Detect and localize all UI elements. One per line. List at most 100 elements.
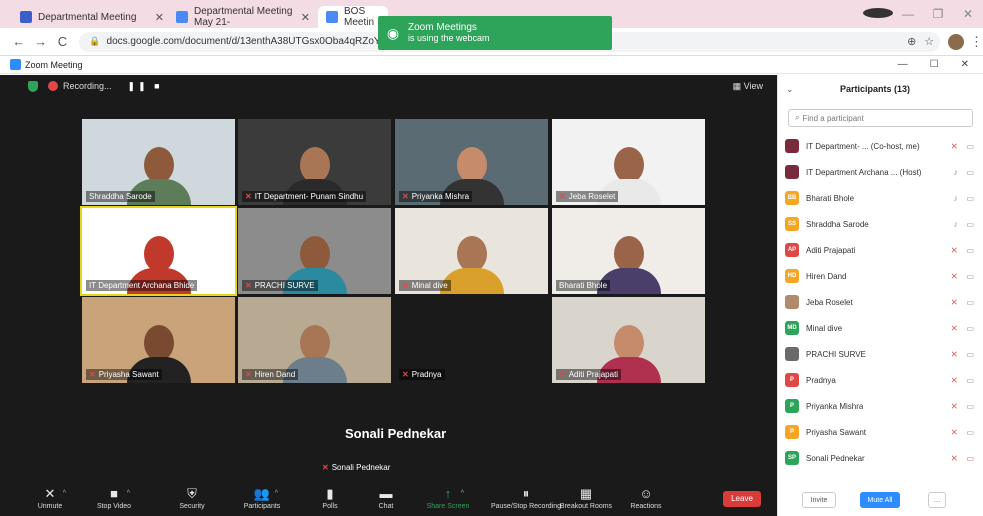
camera-icon[interactable]: ▭ — [966, 454, 974, 463]
zoom-icon[interactable]: ⊕ — [907, 35, 916, 48]
video-tile[interactable]: ✕ Jeba Roselet — [552, 119, 705, 205]
camera-icon[interactable]: ▭ — [966, 220, 974, 229]
chevron-up-icon[interactable]: ^ — [275, 490, 278, 497]
avatar[interactable] — [948, 33, 964, 50]
participant-row[interactable]: MD Minal dive ⨯ ▭ — [778, 315, 983, 341]
close-icon[interactable]: ✕ — [295, 11, 310, 24]
muted-mic-icon[interactable]: ⨯ — [950, 323, 958, 334]
mic-icon[interactable]: ♪ — [954, 193, 959, 203]
muted-mic-icon[interactable]: ⨯ — [950, 375, 958, 386]
restore-icon[interactable]: ☐ — [930, 59, 939, 70]
camera-icon[interactable]: ▭ — [966, 350, 974, 359]
kebab-menu-icon[interactable]: ⋮ — [970, 34, 983, 50]
mic-icon[interactable]: ♪ — [954, 219, 959, 229]
participant-row[interactable]: SS Shraddha Sarode ♪ ▭ — [778, 211, 983, 237]
profile-icon[interactable] — [863, 7, 893, 21]
participants-button[interactable]: 👥 Participants ^ — [232, 485, 292, 510]
participant-row[interactable]: SP Sonali Pednekar ⨯ ▭ — [778, 445, 983, 471]
restore-icon[interactable]: ❐ — [923, 7, 953, 21]
webcam-icon: ◉ — [386, 24, 400, 41]
video-name-label: Shraddha Sarode — [86, 191, 155, 202]
mute-all-button[interactable]: Mute All — [860, 492, 900, 508]
camera-icon[interactable]: ▭ — [966, 168, 974, 177]
security-button[interactable]: ⛨ Security — [162, 485, 222, 510]
encryption-shield-icon[interactable] — [28, 80, 38, 92]
participant-row[interactable]: P Pradnya ⨯ ▭ — [778, 367, 983, 393]
chevron-up-icon[interactable]: ^ — [127, 490, 130, 497]
muted-mic-icon[interactable]: ⨯ — [950, 453, 958, 464]
participant-row[interactable]: P Priyasha Sawant ⨯ ▭ — [778, 419, 983, 445]
participant-row[interactable]: HD Hiren Dand ⨯ ▭ — [778, 263, 983, 289]
camera-icon[interactable]: ▭ — [966, 324, 974, 333]
muted-mic-icon[interactable]: ⨯ — [950, 245, 958, 256]
muted-mic-icon[interactable]: ⨯ — [950, 141, 958, 152]
video-name-label: ✕ Pradnya — [399, 369, 445, 380]
browser-tab-departmental-meeting[interactable]: Departmental Meeting ✕ — [12, 6, 172, 28]
muted-mic-icon[interactable]: ⨯ — [950, 271, 958, 282]
camera-icon[interactable]: ▭ — [966, 298, 974, 307]
video-tile[interactable]: ✕ Hiren Dand — [238, 297, 391, 383]
leave-button[interactable]: Leave — [723, 491, 761, 507]
muted-mic-icon: ✕ — [322, 463, 329, 472]
camera-icon[interactable]: ▭ — [966, 376, 974, 385]
muted-mic-icon[interactable]: ⨯ — [950, 349, 958, 360]
video-tile[interactable]: ✕ IT Department- Punam Sindhu — [238, 119, 391, 205]
participant-row[interactable]: P Priyanka Mishra ⨯ ▭ — [778, 393, 983, 419]
muted-mic-icon[interactable]: ⨯ — [950, 401, 958, 412]
video-tile[interactable]: ✕ Pradnya — [395, 297, 548, 383]
pause-recording-icon[interactable]: ❚❚ ■ — [128, 81, 163, 92]
close-icon[interactable]: ✕ — [953, 7, 983, 21]
camera-icon[interactable]: ▭ — [966, 194, 974, 203]
minimize-icon[interactable]: — — [898, 59, 908, 70]
participant-row[interactable]: BB Bharati Bhole ♪ ▭ — [778, 185, 983, 211]
webcam-notification[interactable]: ◉ Zoom Meetings is using the webcam — [378, 16, 612, 50]
calendar-icon — [20, 11, 32, 23]
camera-icon[interactable]: ▭ — [966, 142, 974, 151]
camera-icon[interactable]: ▭ — [966, 246, 974, 255]
chat-button[interactable]: ▬ Chat — [356, 485, 416, 510]
browser-tab-meeting-doc[interactable]: Departmental Meeting May 21- ✕ — [168, 6, 318, 28]
participant-row[interactable]: Jeba Roselet ⨯ ▭ — [778, 289, 983, 315]
close-icon[interactable]: ✕ — [961, 59, 969, 70]
participant-row[interactable]: IT Department- ... (Co-host, me) ⨯ ▭ — [778, 133, 983, 159]
back-icon[interactable]: ← — [8, 34, 30, 49]
video-tile[interactable]: ✕ PRACHI SURVE — [238, 208, 391, 294]
close-icon[interactable]: ✕ — [149, 11, 164, 24]
more-button[interactable]: … — [928, 492, 946, 508]
chevron-up-icon[interactable]: ^ — [63, 490, 66, 497]
camera-icon[interactable]: ▭ — [966, 402, 974, 411]
polls-button[interactable]: ▮ Polls — [300, 485, 360, 510]
video-tile[interactable]: Bharati Bhole — [552, 208, 705, 294]
video-tile[interactable]: Shraddha Sarode — [82, 119, 235, 205]
participant-name: Aditi Prajapati — [806, 245, 856, 255]
reload-icon[interactable]: C — [52, 34, 74, 49]
mic-icon[interactable]: ♪ — [954, 167, 959, 177]
minimize-icon[interactable]: — — [893, 7, 923, 21]
chevron-up-icon[interactable]: ^ — [461, 490, 464, 497]
camera-icon[interactable]: ▭ — [966, 428, 974, 437]
participant-row[interactable]: IT Department Archana ... (Host) ♪ ▭ — [778, 159, 983, 185]
share-screen-button[interactable]: ↑ Share Screen ^ — [418, 485, 478, 510]
stop-video-button[interactable]: ■ Stop Video ^ — [84, 485, 144, 510]
pause-stop-recording-button[interactable]: ⏸ Pause/Stop Recording — [486, 485, 566, 510]
breakout-rooms-button[interactable]: ▦ Breakout Rooms — [556, 485, 616, 510]
invite-button[interactable]: Invite — [802, 492, 836, 508]
chevron-down-icon[interactable]: ⌄ — [786, 84, 794, 95]
forward-icon[interactable]: → — [30, 34, 52, 49]
muted-mic-icon[interactable]: ⨯ — [950, 427, 958, 438]
participant-row[interactable]: PRACHI SURVE ⨯ ▭ — [778, 341, 983, 367]
video-tile[interactable]: ✕ Priyanka Mishra — [395, 119, 548, 205]
video-tile[interactable]: ✕ Minal dive — [395, 208, 548, 294]
star-icon[interactable]: ☆ — [924, 35, 934, 48]
muted-mic-icon[interactable]: ⨯ — [950, 297, 958, 308]
recording-status: Recording... — [63, 81, 112, 91]
video-tile[interactable]: ✕ Aditi Prajapati — [552, 297, 705, 383]
reactions-button[interactable]: ☺ Reactions — [616, 485, 676, 510]
unmute-button[interactable]: ✕ Unmute ^ — [20, 485, 80, 510]
video-tile[interactable]: ✕ Priyasha Sawant — [82, 297, 235, 383]
video-tile[interactable]: IT Department Archana Bhide — [80, 206, 237, 296]
view-button[interactable]: ▦ View — [733, 81, 763, 92]
participant-row[interactable]: AP Aditi Prajapati ⨯ ▭ — [778, 237, 983, 263]
camera-icon[interactable]: ▭ — [966, 272, 974, 281]
participant-search-input[interactable]: ⌕ Find a participant — [788, 109, 973, 127]
